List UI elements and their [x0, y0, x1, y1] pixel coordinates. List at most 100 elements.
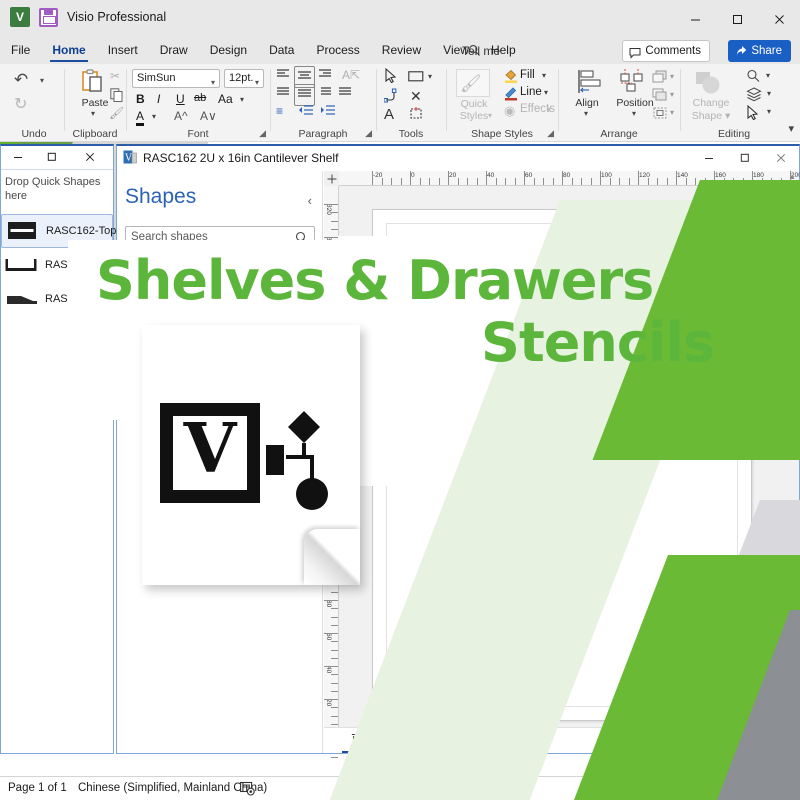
increase-indent-button[interactable]: [320, 104, 336, 122]
shape-tool-dropdown-icon[interactable]: ▾: [428, 72, 432, 81]
ribbon-tab-file[interactable]: File: [0, 38, 41, 64]
fill-dropdown-icon[interactable]: ▾: [542, 71, 546, 80]
chevron-down-icon[interactable]: ⌄: [282, 233, 290, 253]
find-dropdown-icon[interactable]: ▾: [766, 71, 770, 80]
tell-me-box[interactable]: Tell me: [462, 38, 500, 64]
cantilever-shelf-front-view[interactable]: [417, 408, 515, 441]
layers-icon[interactable]: [746, 87, 762, 107]
change-case-dropdown-icon[interactable]: ▾: [240, 95, 244, 104]
stencil-maximize-button[interactable]: [37, 146, 67, 168]
select-pointer-icon[interactable]: [746, 104, 760, 125]
all-pages-button[interactable]: All▴: [394, 733, 413, 747]
bring-forward-icon[interactable]: [652, 70, 668, 89]
add-page-button[interactable]: +: [434, 731, 443, 748]
grow-font-button[interactable]: A^: [174, 109, 188, 123]
ribbon-collapse-button[interactable]: ▾: [788, 122, 794, 135]
decrease-indent-button[interactable]: [298, 104, 314, 122]
send-backward-icon[interactable]: [652, 88, 668, 107]
undo-dropdown-icon[interactable]: ▾: [40, 76, 44, 85]
save-icon[interactable]: [39, 7, 58, 27]
text-direction-button[interactable]: A⇱: [342, 68, 360, 82]
copy-icon[interactable]: [110, 88, 124, 107]
change-shape-label-1[interactable]: Change: [682, 97, 740, 109]
maximize-button[interactable]: [716, 0, 758, 38]
search-shapes-input[interactable]: Search shapes ⌄: [125, 226, 315, 248]
position-dropdown-icon[interactable]: ▾: [632, 109, 636, 118]
font-size-combo[interactable]: 12pt. ▾: [224, 69, 264, 88]
align-bottom-button[interactable]: [318, 86, 333, 104]
format-painter-icon[interactable]: 🖌: [109, 106, 124, 120]
document-close-button[interactable]: [763, 146, 799, 170]
ruler-scroll-up-icon[interactable]: ▲: [788, 172, 796, 181]
close-button[interactable]: [758, 0, 800, 38]
change-shape-label-2[interactable]: Shape ▾: [682, 110, 740, 122]
page-tab-current[interactable]: 页-1: [342, 731, 382, 753]
text-tool-icon[interactable]: A: [384, 106, 394, 123]
share-button[interactable]: Share: [728, 40, 791, 62]
status-language[interactable]: Chinese (Simplified, Mainland China): [78, 782, 267, 794]
ribbon-tab-review[interactable]: Review: [371, 38, 432, 64]
align-label[interactable]: Align: [560, 97, 614, 109]
ribbon-tab-design[interactable]: Design: [199, 38, 258, 64]
drawing-page[interactable]: [372, 209, 752, 721]
stencil-minimize-button[interactable]: [3, 146, 33, 168]
shrink-font-button[interactable]: A∨: [200, 109, 217, 123]
connector-tool-icon[interactable]: [383, 88, 400, 108]
undo-button[interactable]: ↶: [14, 70, 28, 90]
underline-button[interactable]: U: [176, 92, 185, 106]
paste-dropdown-icon[interactable]: ▾: [91, 109, 95, 118]
cantilever-shelf-side-view[interactable]: [573, 406, 653, 439]
font-family-combo[interactable]: SimSun ▾: [132, 69, 220, 88]
fill-label[interactable]: Fill: [520, 69, 535, 81]
justify-button[interactable]: [338, 86, 353, 104]
stencil-shape-rasc162-top[interactable]: RASC162-Top: [1, 214, 116, 248]
paragraph-dialog-launcher[interactable]: ◢: [365, 128, 372, 139]
align-left-button[interactable]: [276, 68, 291, 86]
ruler-corner-box[interactable]: [324, 171, 339, 186]
line-dropdown-icon[interactable]: ▾: [544, 88, 548, 97]
find-search-icon[interactable]: [746, 69, 761, 88]
shape-styles-dialog-launcher[interactable]: ◢: [547, 128, 554, 139]
cut-scissors-icon[interactable]: ✂: [110, 69, 120, 83]
quick-styles-dropdown-icon[interactable]: ▾: [488, 111, 492, 120]
bold-button[interactable]: B: [136, 92, 145, 106]
paste-icon[interactable]: [80, 69, 106, 100]
ribbon-tab-process[interactable]: Process: [305, 38, 370, 64]
document-restore-button[interactable]: [727, 146, 763, 170]
redo-button[interactable]: ↻: [14, 94, 27, 114]
crop-tool-icon[interactable]: [408, 106, 424, 126]
quick-styles-label[interactable]: Quick Styles: [448, 98, 500, 122]
line-label[interactable]: Line: [520, 86, 542, 98]
comments-button[interactable]: Comments: [622, 40, 710, 62]
shapes-pane-collapse-button[interactable]: ‹: [308, 193, 312, 208]
drawing-canvas-area[interactable]: -20020406080100120140160180200220 320300…: [324, 171, 800, 758]
group-objects-dropdown-icon[interactable]: ▾: [670, 108, 674, 117]
strikethrough-button[interactable]: ab: [194, 92, 206, 104]
bring-forward-dropdown-icon[interactable]: ▾: [670, 72, 674, 81]
align-icon[interactable]: [574, 69, 604, 100]
send-backward-dropdown-icon[interactable]: ▾: [670, 90, 674, 99]
effects-dropdown-icon[interactable]: ▾: [547, 105, 551, 114]
select-dropdown-icon[interactable]: ▾: [767, 107, 771, 116]
font-color-dropdown-icon[interactable]: ▾: [152, 112, 156, 121]
font-dialog-launcher[interactable]: ◢: [259, 128, 266, 139]
close-x-tool-icon[interactable]: ✕: [410, 88, 422, 105]
search-icon[interactable]: [295, 231, 309, 252]
rectangle-tool-icon[interactable]: [408, 70, 424, 88]
align-dropdown-icon[interactable]: ▾: [584, 109, 588, 118]
align-right-button[interactable]: [318, 68, 333, 86]
change-case-button[interactable]: Aa: [218, 92, 233, 106]
align-top-button[interactable]: [276, 86, 291, 104]
stencil-shape-rasc162-front[interactable]: RASC162-Fr...: [1, 248, 117, 282]
position-icon[interactable]: [620, 69, 650, 100]
align-middle-button[interactable]: [294, 84, 315, 106]
minimize-button[interactable]: [674, 0, 716, 38]
layers-dropdown-icon[interactable]: ▾: [767, 89, 771, 98]
ribbon-tab-data[interactable]: Data: [258, 38, 305, 64]
ribbon-tab-draw[interactable]: Draw: [149, 38, 199, 64]
bullet-list-button[interactable]: ≡: [276, 104, 283, 118]
stencil-shape-rasc162-side[interactable]: RASC162-Si...: [1, 282, 117, 316]
page-tab-more-button[interactable]: ⋮: [775, 732, 788, 748]
group-objects-icon[interactable]: [652, 106, 668, 125]
pointer-tool-icon[interactable]: [384, 67, 398, 88]
